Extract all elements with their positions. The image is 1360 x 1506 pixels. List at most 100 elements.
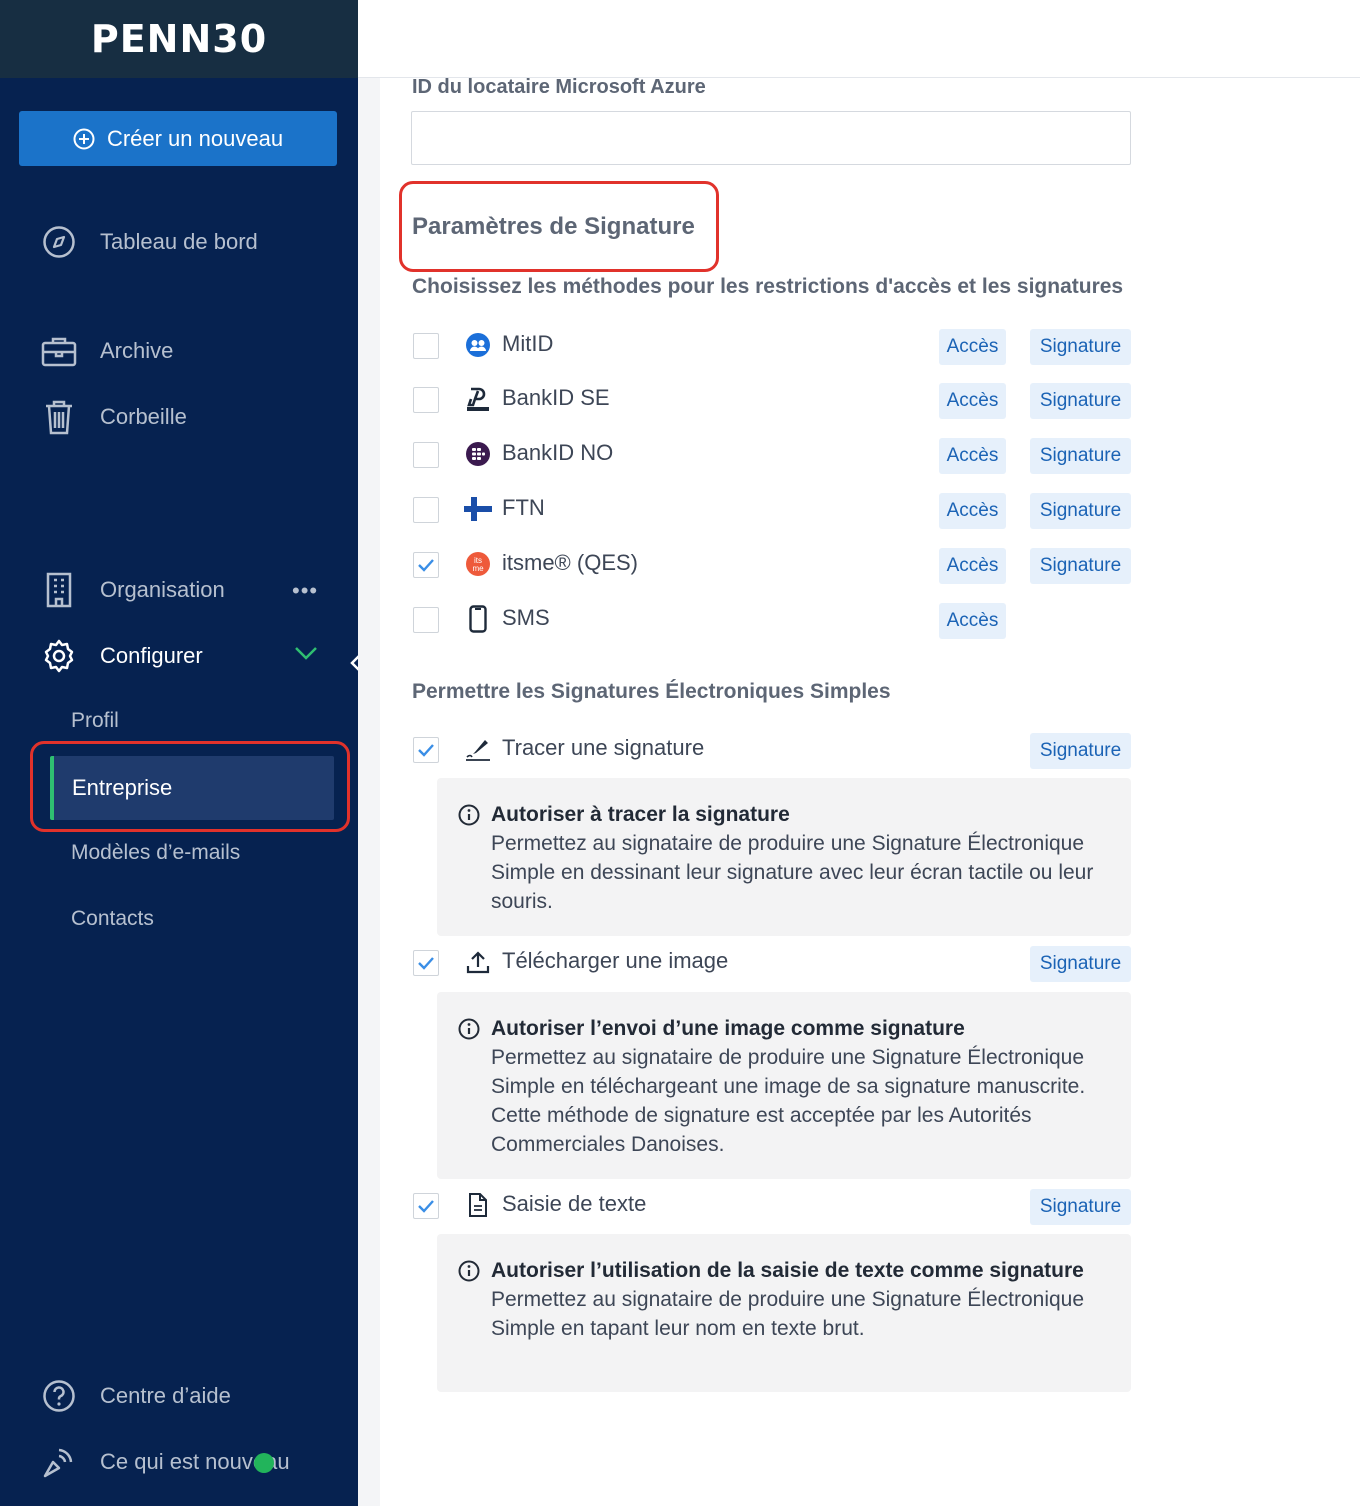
nav-dashboard-label: Tableau de bord: [100, 229, 258, 254]
method-label: SMS: [502, 605, 550, 630]
signature-tag[interactable]: Signature: [1030, 493, 1131, 529]
method-row-bankid-se: BankID SE Accès Signature: [412, 383, 1132, 423]
acces-tag[interactable]: Accès: [939, 603, 1006, 639]
sub-contacts[interactable]: Contacts: [71, 907, 154, 931]
checkbox[interactable]: [413, 950, 439, 976]
simple-label: Tracer une signature: [502, 735, 705, 760]
checkbox[interactable]: [413, 607, 439, 633]
checkbox[interactable]: [413, 387, 439, 413]
nav-help-label: Centre d’aide: [100, 1383, 231, 1408]
signature-tag[interactable]: Signature: [1030, 733, 1131, 769]
sub-email-templates[interactable]: Modèles d’e-mails: [71, 841, 240, 865]
compass-icon: [40, 223, 78, 261]
nav-dashboard[interactable]: Tableau de bord: [40, 223, 258, 261]
plus-circle-icon: [73, 128, 95, 149]
check-icon: [418, 559, 434, 572]
signature-tag[interactable]: Signature: [1030, 1189, 1131, 1225]
azure-tenant-input[interactable]: [411, 111, 1131, 165]
top-bar: [358, 0, 1360, 78]
method-label: BankID NO: [502, 440, 614, 465]
check-icon: [418, 744, 434, 757]
sub-profile[interactable]: Profil: [71, 709, 119, 733]
help-icon: [40, 1377, 78, 1415]
nav-archive-label: Archive: [100, 338, 174, 363]
briefcase-icon: [40, 332, 78, 370]
nav-whats-new[interactable]: Ce qui est nouveau: [40, 1443, 290, 1481]
info-title: Autoriser l’envoi d’une image comme sign…: [491, 1017, 965, 1040]
pen-icon: [464, 735, 492, 763]
checkbox[interactable]: [413, 1193, 439, 1219]
checkbox[interactable]: [413, 737, 439, 763]
highlight-box-heading: [399, 181, 719, 272]
nav-organisation[interactable]: Organisation: [40, 571, 225, 609]
mitid-icon: [464, 331, 492, 359]
method-label: itsme® (QES): [502, 550, 638, 575]
signature-tag[interactable]: Signature: [1030, 548, 1131, 584]
simple-row-upload: Télécharger une image Signature: [412, 946, 1132, 986]
info-text: Permettez au signataire de produire une …: [491, 1046, 1086, 1156]
info-box-draw: Autoriser à tracer la signature Permette…: [437, 778, 1131, 936]
nav-trash[interactable]: Corbeille: [40, 398, 187, 436]
logo-bar: PENN30: [0, 0, 358, 78]
info-title: Autoriser l’utilisation de la saisie de …: [491, 1259, 1084, 1282]
nav-help[interactable]: Centre d’aide: [40, 1377, 231, 1415]
info-icon: [458, 804, 480, 831]
bankid-no-icon: [464, 440, 492, 468]
checkbox[interactable]: [413, 497, 439, 523]
organisation-more-icon[interactable]: •••: [292, 578, 318, 604]
check-icon: [418, 1200, 434, 1213]
trash-icon: [40, 398, 78, 436]
checkbox[interactable]: [413, 442, 439, 468]
penneo-logo[interactable]: PENN30: [91, 17, 267, 61]
main-left-stripe: [358, 78, 380, 1506]
info-box-text: Autoriser l’utilisation de la saisie de …: [437, 1234, 1131, 1392]
signature-tag[interactable]: Signature: [1030, 329, 1131, 365]
azure-tenant-label: ID du locataire Microsoft Azure: [412, 76, 706, 98]
signature-tag[interactable]: Signature: [1030, 438, 1131, 474]
simple-row-draw: Tracer une signature Signature: [412, 733, 1132, 773]
acces-tag[interactable]: Accès: [939, 548, 1006, 584]
info-title: Autoriser à tracer la signature: [491, 803, 790, 826]
checkbox[interactable]: [413, 552, 439, 578]
acces-tag[interactable]: Accès: [939, 438, 1006, 474]
signature-tag[interactable]: Signature: [1030, 383, 1131, 419]
checkbox[interactable]: [413, 333, 439, 359]
simple-label: Saisie de texte: [502, 1191, 647, 1216]
nav-organisation-label: Organisation: [100, 577, 225, 602]
chevron-down-icon[interactable]: [294, 645, 318, 666]
method-row-bankid-no: BankID NO Accès Signature: [412, 438, 1132, 478]
method-row-mitid: MitID Accès Signature: [412, 329, 1132, 369]
acces-tag[interactable]: Accès: [939, 493, 1006, 529]
info-text: Permettez au signataire de produire une …: [491, 1288, 1085, 1340]
itsme-icon: its me: [464, 550, 492, 578]
nav-configure[interactable]: Configurer: [40, 637, 203, 675]
simple-label: Télécharger une image: [502, 948, 729, 973]
phone-icon: [464, 605, 492, 633]
bankid-se-icon: [464, 385, 492, 413]
broadcast-icon: [40, 1443, 78, 1481]
check-icon: [418, 957, 434, 970]
simple-row-text: Saisie de texte Signature: [412, 1189, 1132, 1229]
notification-dot: [254, 1453, 274, 1473]
method-label: FTN: [502, 495, 545, 520]
info-text: Permettez au signataire de produire une …: [491, 832, 1094, 913]
method-label: MitID: [502, 331, 554, 356]
method-label: BankID SE: [502, 385, 610, 410]
create-new-label: Créer un nouveau: [106, 125, 284, 151]
method-row-itsme: its me itsme® (QES) Accès Signature: [412, 548, 1132, 588]
nav-configure-label: Configurer: [100, 643, 203, 668]
methods-label: Choisissez les méthodes pour les restric…: [412, 275, 1124, 298]
acces-tag[interactable]: Accès: [939, 383, 1006, 419]
method-row-ftn: FTN Accès Signature: [412, 493, 1132, 533]
method-row-sms: SMS Accès: [412, 603, 1132, 643]
info-icon: [458, 1018, 480, 1045]
building-icon: [40, 571, 78, 609]
simple-signatures-label: Permettre les Signatures Électroniques S…: [412, 680, 891, 703]
highlight-box-company: [30, 741, 350, 832]
acces-tag[interactable]: Accès: [939, 329, 1006, 365]
create-new-button[interactable]: Créer un nouveau: [19, 111, 337, 166]
info-box-upload: Autoriser l’envoi d’une image comme sign…: [437, 992, 1131, 1179]
signature-tag[interactable]: Signature: [1030, 946, 1131, 982]
nav-archive[interactable]: Archive: [40, 332, 173, 370]
svg-text:me: me: [472, 564, 484, 573]
